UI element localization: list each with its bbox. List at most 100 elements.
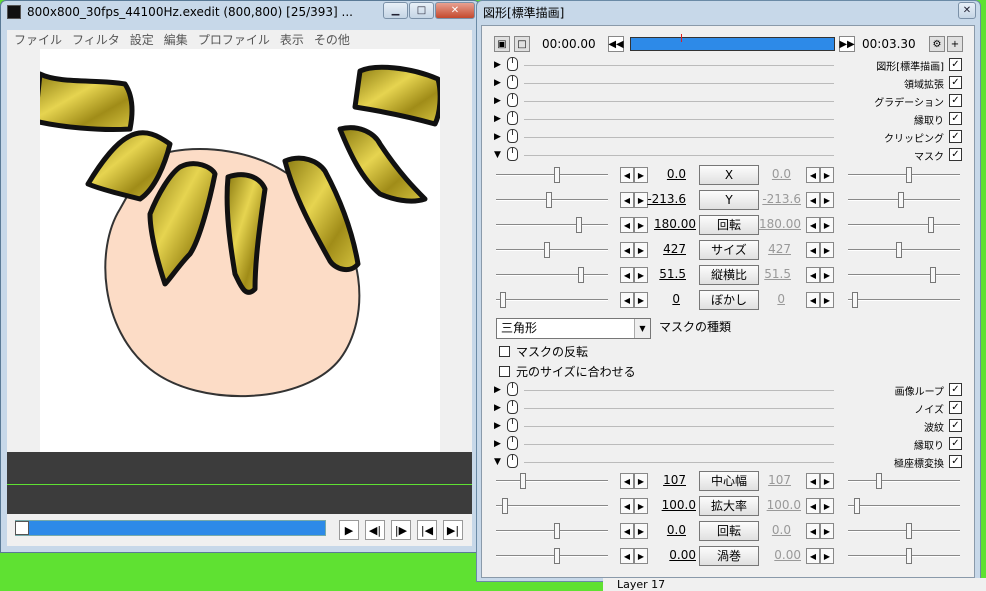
left-slider[interactable] bbox=[496, 167, 608, 183]
right-slider[interactable] bbox=[848, 167, 960, 183]
slider-thumb[interactable] bbox=[544, 242, 550, 258]
right-stepper[interactable]: ◀ ▶ bbox=[806, 498, 834, 514]
play-button[interactable]: ▶ bbox=[339, 520, 359, 540]
effect-checkbox[interactable]: ✓ bbox=[949, 455, 962, 468]
goto-end-button[interactable]: ▶| bbox=[443, 520, 463, 540]
left-slider[interactable] bbox=[496, 292, 608, 308]
slider-thumb[interactable] bbox=[898, 192, 904, 208]
maximize-button[interactable]: □ bbox=[409, 2, 434, 19]
left-value[interactable]: 51.5 bbox=[636, 267, 686, 281]
goto-start-button[interactable]: |◀ bbox=[417, 520, 437, 540]
slider-thumb[interactable] bbox=[578, 267, 584, 283]
left-slider[interactable] bbox=[496, 242, 608, 258]
collapse-icon[interactable]: ▼ bbox=[494, 150, 501, 160]
right-stepper[interactable]: ◀ ▶ bbox=[806, 192, 834, 208]
left-value[interactable]: -213.6 bbox=[636, 192, 686, 206]
right-value[interactable]: 0 bbox=[735, 292, 785, 306]
left-slider[interactable] bbox=[496, 548, 608, 564]
slider-thumb[interactable] bbox=[876, 473, 882, 489]
param-button[interactable]: 渦巻 bbox=[699, 546, 759, 566]
right-value[interactable]: 0.0 bbox=[741, 523, 791, 537]
chevron-down-icon[interactable]: ▼ bbox=[634, 319, 650, 338]
right-value[interactable]: 180.00 bbox=[751, 217, 801, 231]
settings-titlebar[interactable]: 図形[標準描画] ✕ bbox=[477, 1, 980, 23]
right-slider[interactable] bbox=[848, 523, 960, 539]
effect-row[interactable]: ▶ グラデーション ✓ bbox=[492, 93, 962, 110]
expand-icon[interactable]: ▶ bbox=[494, 114, 501, 124]
seek-slider[interactable] bbox=[15, 520, 326, 536]
expand-icon[interactable]: ▶ bbox=[494, 385, 501, 395]
next-frame-button[interactable]: |▶ bbox=[391, 520, 411, 540]
right-stepper[interactable]: ◀ ▶ bbox=[806, 217, 834, 233]
effect-row[interactable]: ▶ ノイズ ✓ bbox=[492, 400, 962, 417]
menu-settings[interactable]: 設定 bbox=[130, 31, 154, 48]
seek-thumb[interactable] bbox=[15, 521, 29, 535]
effect-row[interactable]: ▶ 図形[標準描画] ✓ bbox=[492, 57, 962, 74]
right-value[interactable]: 100.0 bbox=[751, 498, 801, 512]
invert-mask-option[interactable]: マスクの反転 bbox=[499, 343, 588, 360]
slider-thumb[interactable] bbox=[930, 267, 936, 283]
right-slider[interactable] bbox=[848, 267, 960, 283]
slider-thumb[interactable] bbox=[546, 192, 552, 208]
fast-forward-icon[interactable]: ▶▶ bbox=[839, 36, 855, 52]
right-stepper[interactable]: ◀ ▶ bbox=[806, 267, 834, 283]
effect-row[interactable]: ▶ クリッピング ✓ bbox=[492, 129, 962, 146]
left-slider[interactable] bbox=[496, 267, 608, 283]
right-slider[interactable] bbox=[848, 242, 960, 258]
menu-edit[interactable]: 編集 bbox=[164, 31, 188, 48]
slider-thumb[interactable] bbox=[576, 217, 582, 233]
expand-icon[interactable]: ▶ bbox=[494, 132, 501, 142]
left-value[interactable]: 0.0 bbox=[636, 523, 686, 537]
slider-thumb[interactable] bbox=[554, 548, 560, 564]
right-slider[interactable] bbox=[848, 292, 960, 308]
effect-row-polar[interactable]: ▼ 極座標変換 ✓ bbox=[492, 454, 962, 471]
effect-row[interactable]: ▶ 領域拡張 ✓ bbox=[492, 75, 962, 92]
left-value[interactable]: 100.0 bbox=[646, 498, 696, 512]
left-stepper[interactable]: ◀ ▶ bbox=[620, 498, 648, 514]
right-value[interactable]: 0.0 bbox=[741, 167, 791, 181]
object-timeline-bar[interactable] bbox=[630, 34, 835, 51]
expand-icon[interactable]: ▶ bbox=[494, 403, 501, 413]
slider-thumb[interactable] bbox=[852, 292, 858, 308]
effect-row[interactable]: ▶ 縁取り ✓ bbox=[492, 111, 962, 128]
right-stepper[interactable]: ◀ ▶ bbox=[806, 523, 834, 539]
timeline-strip[interactable] bbox=[7, 452, 472, 514]
left-slider[interactable] bbox=[496, 473, 608, 489]
menu-view[interactable]: 表示 bbox=[280, 31, 304, 48]
right-value[interactable]: 107 bbox=[741, 473, 791, 487]
slider-thumb[interactable] bbox=[500, 292, 506, 308]
left-value[interactable]: 427 bbox=[636, 242, 686, 256]
right-stepper[interactable]: ◀ ▶ bbox=[806, 167, 834, 183]
layer-label[interactable]: Layer 17 bbox=[617, 578, 665, 591]
right-value[interactable]: 0.00 bbox=[751, 548, 801, 562]
left-value[interactable]: 0.0 bbox=[636, 167, 686, 181]
link-icon[interactable]: ⚙ bbox=[929, 36, 945, 52]
mask-type-select[interactable]: 三角形 ▼ bbox=[496, 318, 651, 339]
left-slider[interactable] bbox=[496, 217, 608, 233]
menu-profile[interactable]: プロファイル bbox=[198, 31, 270, 48]
param-button[interactable]: 回転 bbox=[699, 215, 759, 235]
layer-icon[interactable]: □ bbox=[514, 36, 530, 52]
left-stepper[interactable]: ◀ ▶ bbox=[620, 217, 648, 233]
effect-checkbox[interactable]: ✓ bbox=[949, 58, 962, 71]
right-slider[interactable] bbox=[848, 473, 960, 489]
slider-thumb[interactable] bbox=[554, 523, 560, 539]
effect-checkbox[interactable]: ✓ bbox=[949, 94, 962, 107]
slider-thumb[interactable] bbox=[906, 167, 912, 183]
right-slider[interactable] bbox=[848, 217, 960, 233]
left-stepper[interactable]: ◀ ▶ bbox=[620, 548, 648, 564]
effect-row[interactable]: ▶ 画像ループ ✓ bbox=[492, 382, 962, 399]
slider-thumb[interactable] bbox=[554, 167, 560, 183]
left-slider[interactable] bbox=[496, 523, 608, 539]
right-slider[interactable] bbox=[848, 498, 960, 514]
left-value[interactable]: 0.00 bbox=[646, 548, 696, 562]
effect-checkbox[interactable]: ✓ bbox=[949, 112, 962, 125]
effect-checkbox[interactable]: ✓ bbox=[949, 401, 962, 414]
effect-checkbox[interactable]: ✓ bbox=[949, 148, 962, 161]
right-value[interactable]: 51.5 bbox=[741, 267, 791, 281]
left-slider[interactable] bbox=[496, 498, 608, 514]
fit-size-checkbox[interactable] bbox=[499, 366, 510, 377]
right-slider[interactable] bbox=[848, 192, 960, 208]
expand-icon[interactable]: ▶ bbox=[494, 421, 501, 431]
preview-canvas[interactable] bbox=[40, 49, 440, 452]
